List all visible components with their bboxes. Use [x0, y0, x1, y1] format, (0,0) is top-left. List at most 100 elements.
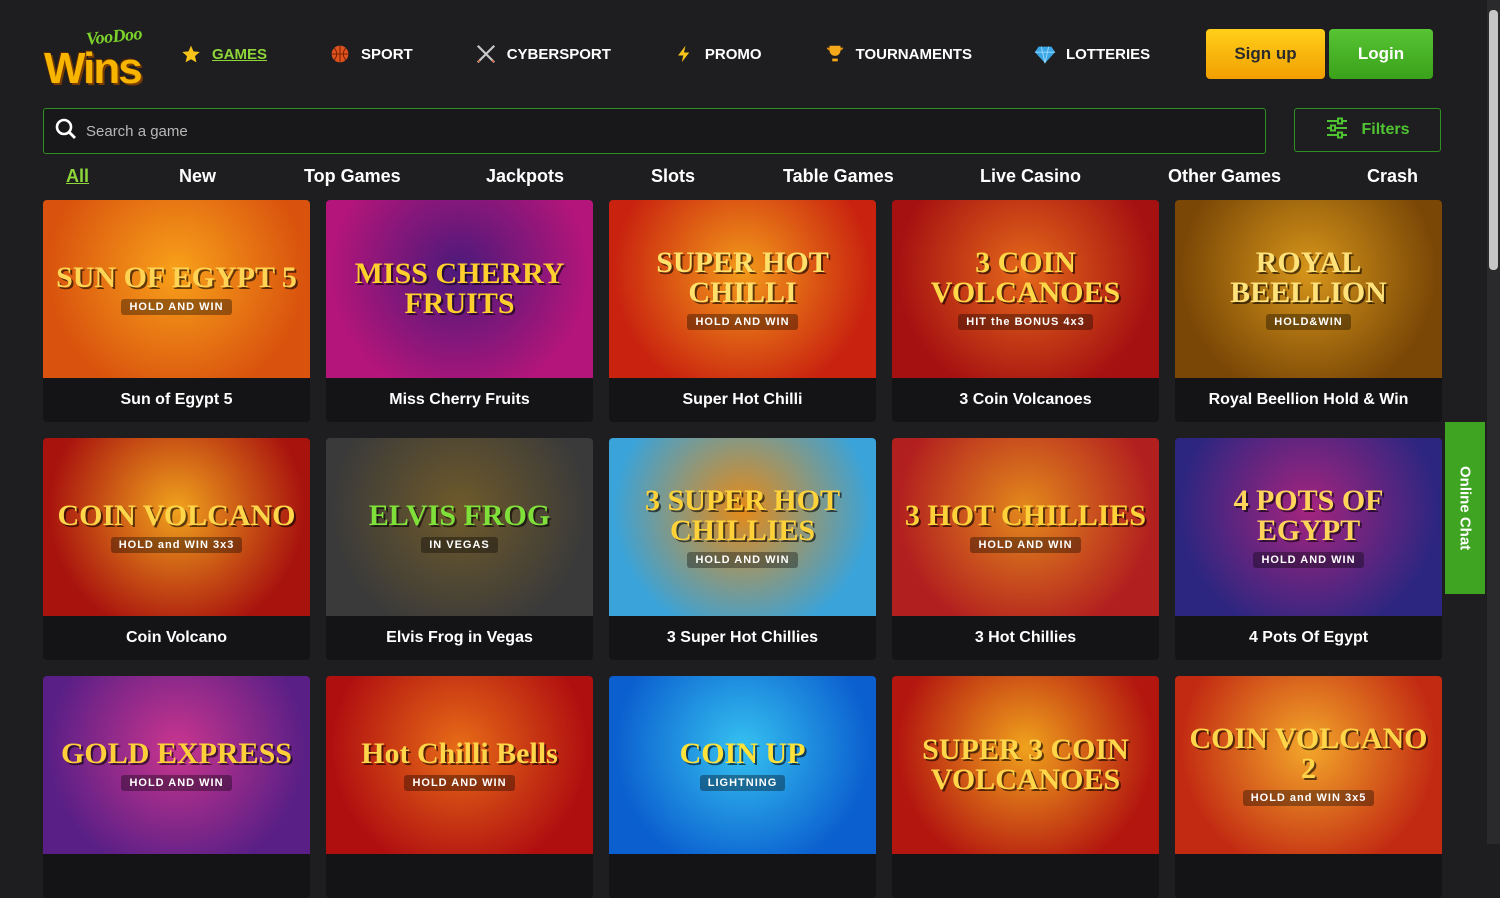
game-card[interactable]: COIN UP LIGHTNING — [609, 676, 876, 898]
game-art-badge: HOLD AND WIN — [1253, 552, 1364, 568]
voodoo-wins-logo[interactable]: VooDoo Wins — [42, 23, 154, 93]
game-art-title: COIN VOLCANO — [57, 499, 296, 532]
nav-item-cybersport[interactable]: CYBERSPORT — [475, 43, 611, 65]
game-card[interactable]: SUPER HOT CHILLI HOLD AND WIN Super Hot Ch… — [609, 200, 876, 422]
game-card[interactable]: SUN OF EGYPT 5 HOLD AND WIN Sun of Egypt 5 — [43, 200, 310, 422]
game-card[interactable]: 3 COIN VOLCANOES HIT the BONUS 4x3 3 Coin … — [892, 200, 1159, 422]
game-card[interactable]: ROYAL BEELLION HOLD&WIN Royal Beellion Hol… — [1175, 200, 1442, 422]
game-thumbnail[interactable]: SUN OF EGYPT 5 HOLD AND WIN — [43, 200, 310, 378]
sliders-icon — [1325, 116, 1349, 145]
game-art-badge: HOLD AND WIN — [687, 552, 798, 568]
game-art-title: SUPER HOT CHILLI — [656, 246, 829, 309]
page-scrollbar[interactable] — [1487, 0, 1500, 844]
game-art-title: GOLD EXPRESS — [61, 737, 292, 770]
nav-item-games[interactable]: GAMES — [180, 43, 267, 65]
game-art-badge: IN VEGAS — [421, 537, 498, 553]
nav-label: PROMO — [704, 45, 762, 63]
game-thumbnail[interactable]: COIN VOLCANO 2 HOLD and WIN 3x5 — [1175, 676, 1442, 854]
game-title: 3 Hot Chillies — [974, 629, 1077, 646]
game-title: Royal Beellion Hold & Win — [1208, 391, 1409, 408]
online-chat-button[interactable]: Online Chat — [1445, 422, 1485, 594]
logo-main-text: Wins — [44, 44, 143, 93]
tab-jackpots[interactable]: Jackpots — [486, 166, 564, 187]
game-thumbnail[interactable]: 3 COIN VOLCANOES HIT the BONUS 4x3 — [892, 200, 1159, 378]
game-art-badge: HOLD AND WIN — [970, 537, 1081, 553]
tab-slots[interactable]: Slots — [651, 166, 695, 187]
game-art-title: 3 HOT CHILLIES — [904, 499, 1147, 532]
game-card[interactable]: SUPER 3 COIN VOLCANOES — [892, 676, 1159, 898]
game-thumbnail[interactable]: SUPER HOT CHILLI HOLD AND WIN — [609, 200, 876, 378]
game-card[interactable]: GOLD EXPRESS HOLD AND WIN — [43, 676, 310, 898]
game-title: 4 Pots Of Egypt — [1248, 629, 1369, 646]
game-thumbnail[interactable]: COIN UP LIGHTNING — [609, 676, 876, 854]
main-nav: GAMES SPORT CYBERSPORT PROMO TOURNAMENTS — [180, 42, 1212, 66]
game-card[interactable]: MISS CHERRY FRUITS Miss Cherry Fruits — [326, 200, 593, 422]
game-thumbnail[interactable]: 4 POTS OF EGYPT HOLD AND WIN — [1175, 438, 1442, 616]
game-thumbnail[interactable]: 3 SUPER HOT CHILLIES HOLD AND WIN — [609, 438, 876, 616]
tab-other-games[interactable]: Other Games — [1168, 166, 1281, 187]
game-art-title: COIN VOLCANO 2 — [1189, 722, 1428, 785]
tab-live-casino[interactable]: Live Casino — [980, 166, 1081, 187]
search-bar — [43, 108, 1266, 154]
game-art-badge: LIGHTNING — [699, 775, 786, 791]
game-card[interactable]: Hot Chilli Bells HOLD AND WIN — [326, 676, 593, 898]
nav-item-lotteries[interactable]: LOTTERIES — [1034, 43, 1150, 65]
nav-label: CYBERSPORT — [506, 45, 611, 63]
game-thumbnail[interactable]: 3 HOT CHILLIES HOLD AND WIN — [892, 438, 1159, 616]
game-thumbnail[interactable]: SUPER 3 COIN VOLCANOES — [892, 676, 1159, 854]
nav-item-promo[interactable]: PROMO — [673, 43, 762, 65]
game-art-title: MISS CHERRY FRUITS — [354, 257, 565, 320]
game-thumbnail[interactable]: COIN VOLCANO HOLD and WIN 3x3 — [43, 438, 310, 616]
game-card[interactable]: 3 HOT CHILLIES HOLD AND WIN 3 Hot Chillies — [892, 438, 1159, 660]
game-card[interactable]: 3 SUPER HOT CHILLIES HOLD AND WIN 3 Super … — [609, 438, 876, 660]
game-thumbnail[interactable]: ELVIS FROG IN VEGAS — [326, 438, 593, 616]
game-art-title: SUPER 3 COIN VOLCANOES — [922, 733, 1129, 796]
lightning-icon — [673, 43, 695, 65]
star-icon — [180, 43, 202, 65]
tab-top-games[interactable]: Top Games — [304, 166, 401, 187]
nav-item-sport[interactable]: SPORT — [329, 43, 413, 65]
signup-button[interactable]: Sign up — [1206, 29, 1325, 79]
game-thumbnail[interactable]: Hot Chilli Bells HOLD AND WIN — [326, 676, 593, 854]
nav-label: GAMES — [212, 45, 268, 63]
trophy-icon — [824, 43, 846, 65]
game-art-badge: HOLD AND WIN — [404, 775, 515, 791]
scrollbar-thumb[interactable] — [1489, 10, 1498, 270]
game-art-title: 3 SUPER HOT CHILLIES — [644, 484, 841, 547]
tab-all[interactable]: All — [66, 166, 89, 187]
filters-label: Filters — [1361, 121, 1410, 138]
game-card[interactable]: ELVIS FROG IN VEGAS Elvis Frog in Vegas — [326, 438, 593, 660]
game-title: Coin Volcano — [125, 629, 228, 646]
category-tabs: All New Top Games Jackpots Slots Table G… — [0, 166, 1500, 190]
game-art-badge: HIT the BONUS 4x3 — [958, 314, 1093, 330]
game-art-badge: HOLD AND WIN — [121, 299, 232, 315]
game-art-badge: HOLD and WIN 3x3 — [110, 537, 243, 553]
online-chat-label: Online Chat — [1456, 465, 1474, 551]
filters-button[interactable]: Filters — [1294, 108, 1441, 152]
game-art-title: ELVIS FROG — [368, 499, 551, 532]
diamond-icon — [1034, 43, 1056, 65]
game-title: Miss Cherry Fruits — [389, 391, 530, 408]
search-input[interactable] — [86, 122, 1186, 140]
game-thumbnail[interactable]: ROYAL BEELLION HOLD&WIN — [1175, 200, 1442, 378]
game-thumbnail[interactable]: MISS CHERRY FRUITS — [326, 200, 593, 378]
tab-crash[interactable]: Crash — [1367, 166, 1418, 187]
game-art-title: SUN OF EGYPT 5 — [56, 261, 297, 294]
nav-label: TOURNAMENTS — [855, 45, 972, 63]
game-art-title: ROYAL BEELLION — [1230, 246, 1387, 309]
game-art-title: 4 POTS OF EGYPT — [1233, 484, 1384, 547]
nav-item-tournaments[interactable]: TOURNAMENTS — [824, 43, 972, 65]
game-thumbnail[interactable]: GOLD EXPRESS HOLD AND WIN — [43, 676, 310, 854]
login-button[interactable]: Login — [1329, 29, 1433, 79]
basketball-icon — [329, 43, 351, 65]
game-art-title: 3 COIN VOLCANOES — [930, 246, 1121, 309]
game-card[interactable]: 4 POTS OF EGYPT HOLD AND WIN 4 Pots Of Egy… — [1175, 438, 1442, 660]
game-card[interactable]: COIN VOLCANO 2 HOLD and WIN 3x5 — [1175, 676, 1442, 898]
game-art-badge: HOLD&WIN — [1266, 314, 1351, 330]
tab-table-games[interactable]: Table Games — [783, 166, 894, 187]
game-card[interactable]: COIN VOLCANO HOLD and WIN 3x3 Coin Volcano — [43, 438, 310, 660]
nav-label: SPORT — [361, 45, 413, 63]
game-art-badge: HOLD AND WIN — [121, 775, 232, 791]
tab-new[interactable]: New — [179, 166, 216, 187]
crossed-swords-icon — [475, 43, 497, 65]
